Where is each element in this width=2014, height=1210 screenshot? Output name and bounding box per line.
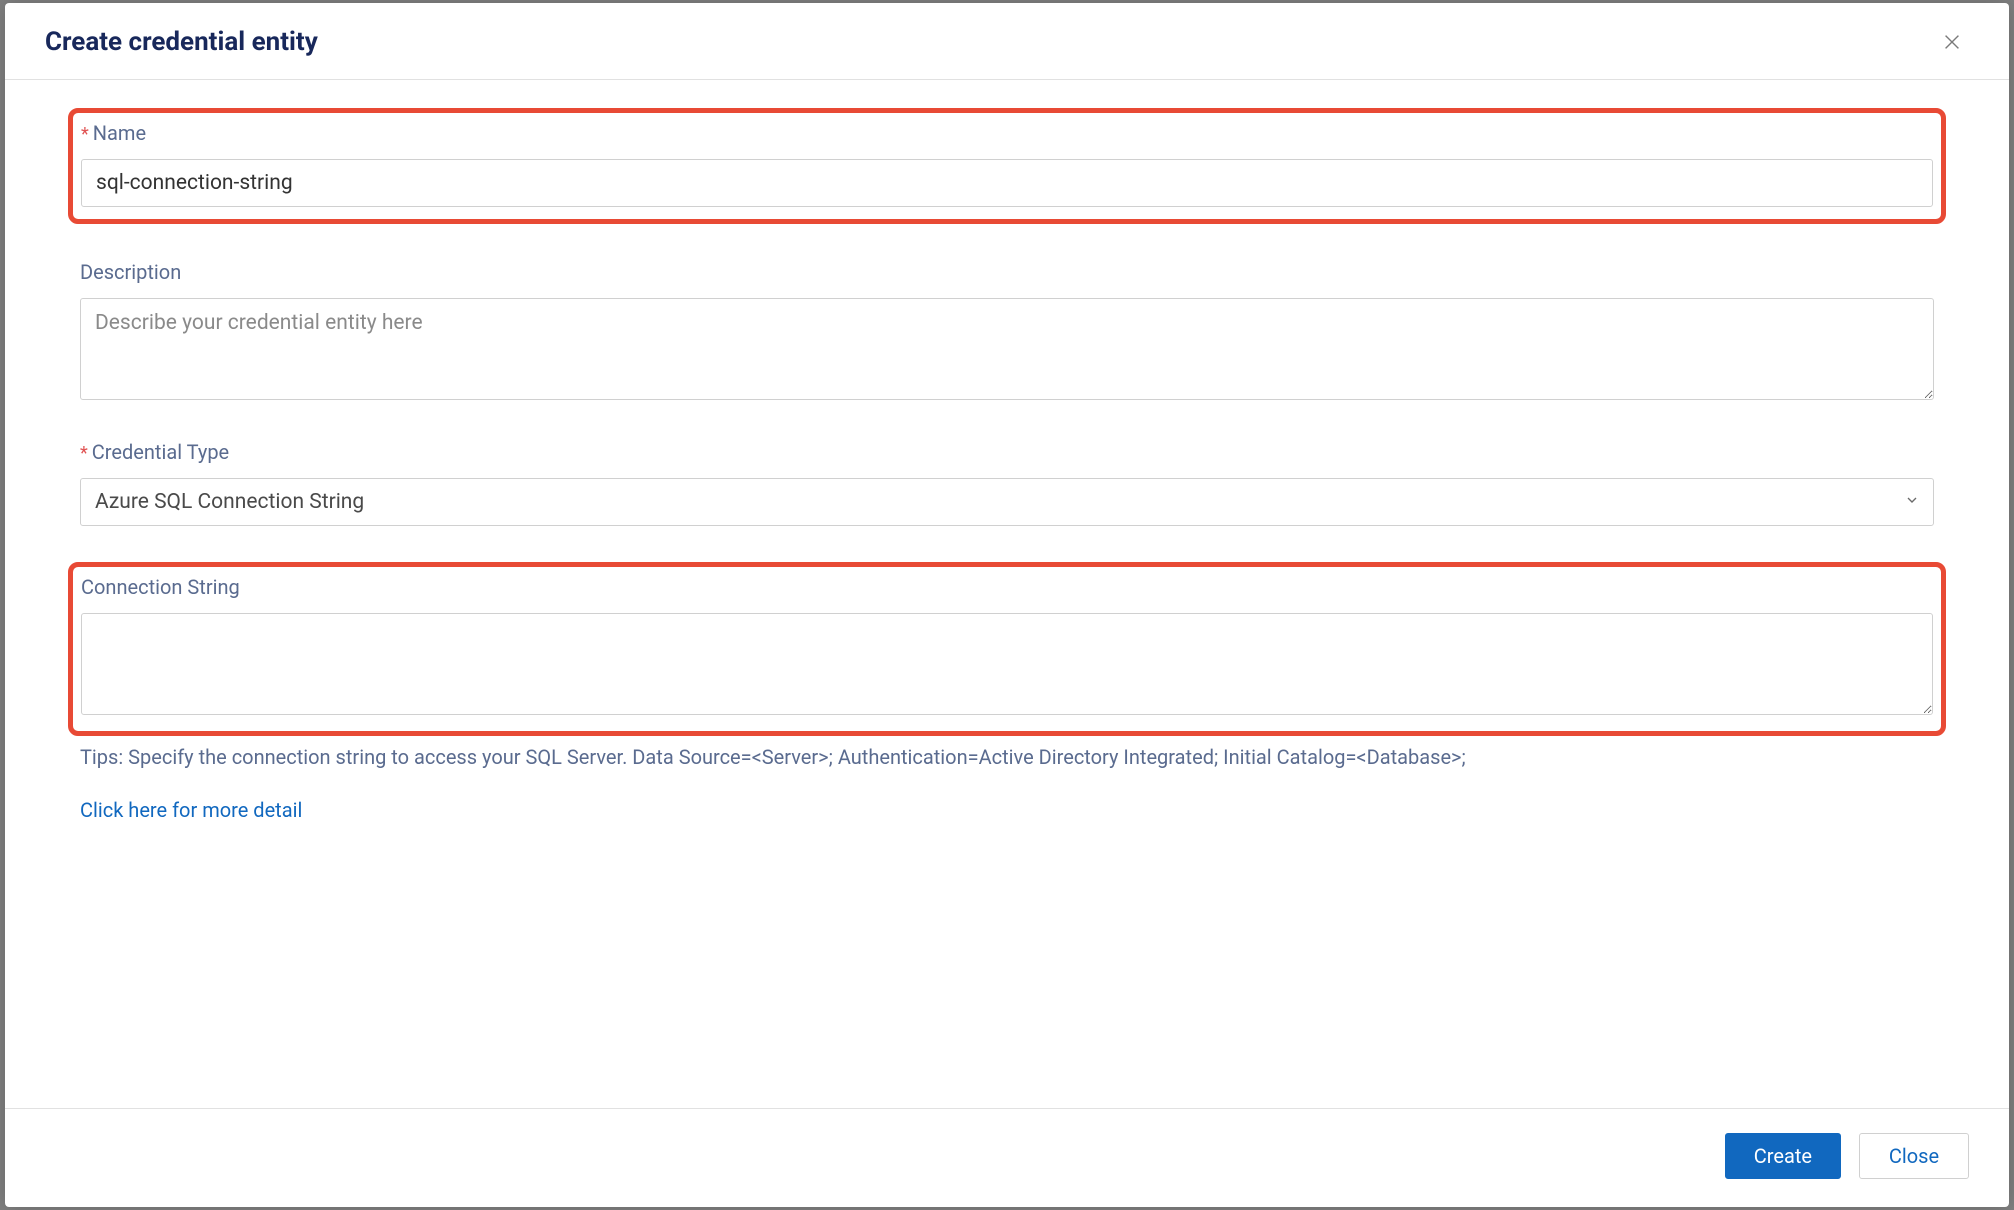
description-input[interactable] [80,298,1934,400]
modal-title: Create credential entity [45,27,318,57]
close-icon [1941,31,1963,53]
name-input[interactable] [81,159,1933,207]
modal-footer: Create Close [5,1108,2009,1207]
credential-type-selected: Azure SQL Connection String [95,490,364,514]
modal-header: Create credential entity [5,3,2009,80]
credential-type-group: *Credential Type Azure SQL Connection St… [80,440,1934,526]
close-icon-button[interactable] [1935,25,1969,59]
name-label: *Name [81,121,1933,145]
create-button[interactable]: Create [1725,1133,1841,1179]
tips-text: Tips: Specify the connection string to a… [80,742,1934,772]
connection-string-input[interactable] [81,613,1933,715]
more-detail-link[interactable]: Click here for more detail [80,798,302,822]
description-group: Description [80,260,1934,404]
required-mark: * [81,124,89,145]
connection-string-highlight-box: Connection String [68,562,1946,736]
name-highlight-box: *Name [68,108,1946,224]
modal-body: *Name Description *Credential Type Azure… [5,80,2009,1108]
credential-type-select[interactable]: Azure SQL Connection String [80,478,1934,526]
connection-string-label: Connection String [81,575,1933,599]
create-credential-modal: Create credential entity *Name Descripti… [5,3,2009,1207]
description-label: Description [80,260,1934,284]
required-mark: * [80,443,88,464]
close-button[interactable]: Close [1859,1133,1969,1179]
credential-type-label: *Credential Type [80,440,1934,464]
